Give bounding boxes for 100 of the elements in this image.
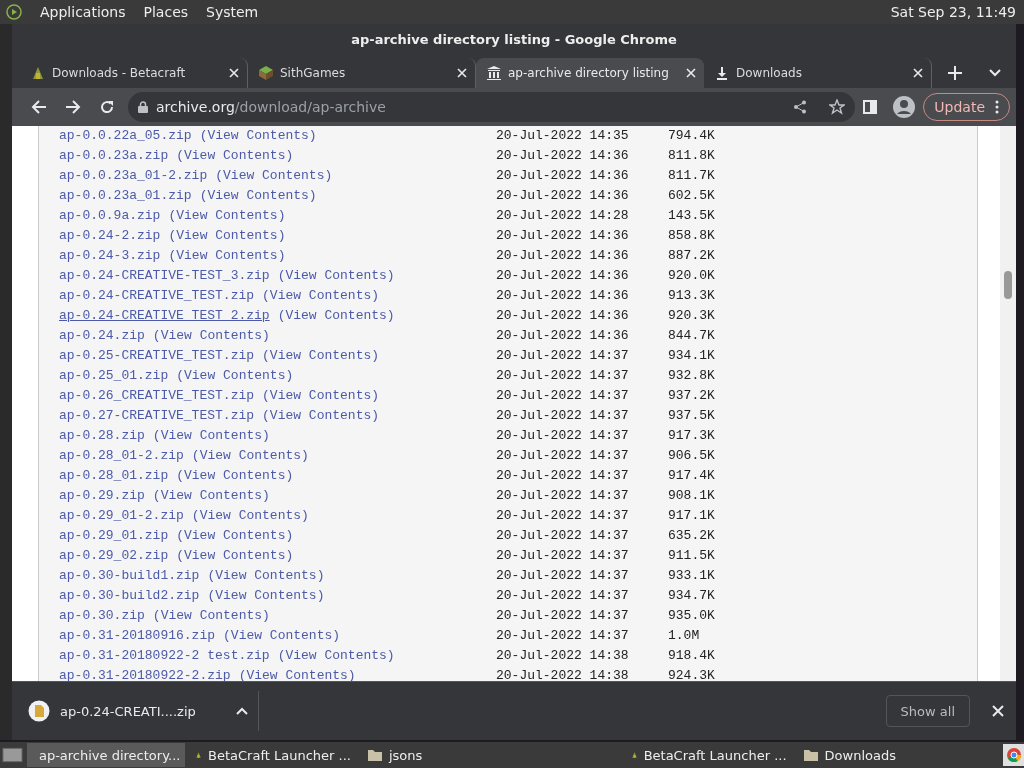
- file-link[interactable]: ap-0.24-2.zip: [59, 228, 161, 244]
- browser-tab[interactable]: SithGames: [248, 57, 476, 88]
- file-link[interactable]: ap-0.24-CREATIVE_TEST.zip: [59, 288, 255, 304]
- view-contents-link[interactable]: (View Contents): [176, 148, 294, 164]
- file-link[interactable]: ap-0.0.22a_05.zip: [59, 128, 192, 144]
- taskbar-item[interactable]: BetaCraft Launcher ...: [188, 743, 357, 767]
- close-icon[interactable]: [457, 67, 467, 78]
- chrome-icon: [1005, 747, 1022, 763]
- file-link[interactable]: ap-0.0.23a_01.zip: [59, 188, 192, 204]
- chevron-up-icon[interactable]: [236, 707, 248, 716]
- view-contents-link[interactable]: (View Contents): [277, 308, 395, 324]
- plus-icon[interactable]: [948, 65, 962, 80]
- file-link[interactable]: ap-0.26_CREATIVE_TEST.zip: [59, 388, 255, 404]
- file-link[interactable]: ap-0.30-build2.zip: [59, 588, 200, 604]
- file-link[interactable]: ap-0.28_01-2.zip: [59, 448, 184, 464]
- view-contents-link[interactable]: (View Contents): [277, 268, 395, 284]
- close-icon[interactable]: [913, 67, 923, 78]
- view-contents-link[interactable]: (View Contents): [152, 328, 270, 344]
- file-link[interactable]: ap-0.0.23a_01-2.zip: [59, 168, 208, 184]
- file-link[interactable]: ap-0.29_01.zip: [59, 528, 169, 544]
- file-link[interactable]: ap-0.27-CREATIVE_TEST.zip: [59, 408, 255, 424]
- file-link[interactable]: ap-0.30-build1.zip: [59, 568, 200, 584]
- menu-item[interactable]: Places: [143, 4, 189, 20]
- view-contents-link[interactable]: (View Contents): [168, 248, 286, 264]
- date-text: 20-Jul-2022 14:36: [496, 268, 630, 284]
- view-contents-link[interactable]: (View Contents): [262, 408, 380, 424]
- view-contents-link[interactable]: (View Contents): [191, 448, 309, 464]
- mint-logo-icon[interactable]: [6, 4, 22, 20]
- view-contents-link[interactable]: (View Contents): [176, 468, 294, 484]
- file-link[interactable]: ap-0.30.zip: [59, 608, 145, 624]
- taskbar-item[interactable]: jsons: [360, 743, 522, 767]
- address-bar[interactable]: archive.org/download/ap-archive: [128, 91, 856, 122]
- view-contents-link[interactable]: (View Contents): [176, 528, 294, 544]
- file-link[interactable]: ap-0.29_01-2.zip: [59, 508, 184, 524]
- star-icon[interactable]: [829, 98, 846, 115]
- view-contents-link[interactable]: (View Contents): [152, 428, 270, 444]
- file-link[interactable]: ap-0.0.23a.zip: [59, 148, 169, 164]
- view-contents-link[interactable]: (View Contents): [207, 568, 325, 584]
- size-text: 908.1K: [668, 488, 716, 504]
- back-arrow-icon[interactable]: [31, 98, 47, 115]
- size-text: 932.8K: [668, 368, 716, 384]
- view-contents-link[interactable]: (View Contents): [176, 548, 294, 564]
- view-contents-link[interactable]: (View Contents): [238, 668, 356, 682]
- close-icon[interactable]: [992, 705, 1004, 718]
- menu-item[interactable]: System: [206, 4, 259, 20]
- browser-tab[interactable]: ap-archive directory listing: [476, 57, 704, 88]
- taskbar-item[interactable]: BetaCraft Launcher ...: [624, 743, 793, 767]
- reload-icon[interactable]: [99, 98, 115, 115]
- view-contents-link[interactable]: (View Contents): [262, 388, 380, 404]
- window-title: ap-archive directory listing - Google Chrome: [351, 32, 677, 48]
- file-link[interactable]: ap-0.31-20180922-2 test.zip: [59, 648, 270, 664]
- close-icon[interactable]: [229, 67, 239, 78]
- view-contents-link[interactable]: (View Contents): [152, 608, 270, 624]
- file-link[interactable]: ap-0.24-CREATIVE_TEST_2.zip: [59, 308, 270, 324]
- view-contents-link[interactable]: (View Contents): [262, 348, 380, 364]
- view-contents-link[interactable]: (View Contents): [152, 488, 270, 504]
- file-link[interactable]: ap-0.0.9a.zip: [59, 208, 161, 224]
- chevron-down-icon[interactable]: [989, 68, 1001, 77]
- view-contents-link[interactable]: (View Contents): [168, 228, 286, 244]
- view-contents-link[interactable]: (View Contents): [215, 168, 333, 184]
- taskbar-item[interactable]: Downloads: [796, 743, 957, 767]
- close-icon[interactable]: [686, 67, 696, 78]
- view-contents-link[interactable]: (View Contents): [199, 188, 317, 204]
- browser-tab[interactable]: Downloads: [704, 57, 932, 88]
- view-contents-link[interactable]: (View Contents): [207, 588, 325, 604]
- forward-arrow-icon[interactable]: [65, 98, 81, 115]
- file-link[interactable]: ap-0.24-3.zip: [59, 248, 161, 264]
- folder-icon: [802, 748, 819, 762]
- show-desktop-icon[interactable]: [2, 746, 23, 764]
- file-link[interactable]: ap-0.28.zip: [59, 428, 145, 444]
- scrollbar[interactable]: [1000, 125, 1016, 682]
- file-link[interactable]: ap-0.31-20180922-2.zip: [59, 668, 231, 682]
- view-contents-link[interactable]: (View Contents): [168, 208, 286, 224]
- download-item[interactable]: ap-0.24-CREATI....zip: [28, 691, 259, 732]
- file-link[interactable]: ap-0.25-CREATIVE_TEST.zip: [59, 348, 255, 364]
- file-link[interactable]: ap-0.29.zip: [59, 488, 145, 504]
- view-contents-link[interactable]: (View Contents): [176, 368, 294, 384]
- size-text: 844.7K: [668, 328, 716, 344]
- date-text: 20-Jul-2022 14:36: [496, 328, 630, 344]
- browser-tab[interactable]: Downloads - Betacraft: [20, 57, 248, 88]
- workspace-thumbnail[interactable]: [1003, 744, 1024, 766]
- view-contents-link[interactable]: (View Contents): [199, 128, 317, 144]
- share-icon[interactable]: [793, 99, 808, 114]
- view-contents-link[interactable]: (View Contents): [191, 508, 309, 524]
- file-link[interactable]: ap-0.24-CREATIVE-TEST_3.zip: [59, 268, 270, 284]
- menu-item[interactable]: Applications: [40, 4, 126, 20]
- view-contents-link[interactable]: (View Contents): [277, 648, 395, 664]
- view-contents-link[interactable]: (View Contents): [223, 628, 341, 644]
- taskbar-item[interactable]: ap-archive directory...: [26, 743, 185, 767]
- file-link[interactable]: ap-0.29_02.zip: [59, 548, 169, 564]
- file-link[interactable]: ap-0.25_01.zip: [59, 368, 169, 384]
- view-contents-link[interactable]: (View Contents): [262, 288, 380, 304]
- profile-avatar-icon[interactable]: [893, 95, 916, 118]
- file-link[interactable]: ap-0.28_01.zip: [59, 468, 169, 484]
- side-panel-icon[interactable]: [863, 99, 878, 114]
- file-link[interactable]: ap-0.24.zip: [59, 328, 145, 344]
- date-text: 20-Jul-2022 14:28: [496, 208, 630, 224]
- show-all-button[interactable]: Show all: [885, 695, 970, 728]
- scroll-thumb[interactable]: [1004, 270, 1012, 299]
- file-link[interactable]: ap-0.31-20180916.zip: [59, 628, 216, 644]
